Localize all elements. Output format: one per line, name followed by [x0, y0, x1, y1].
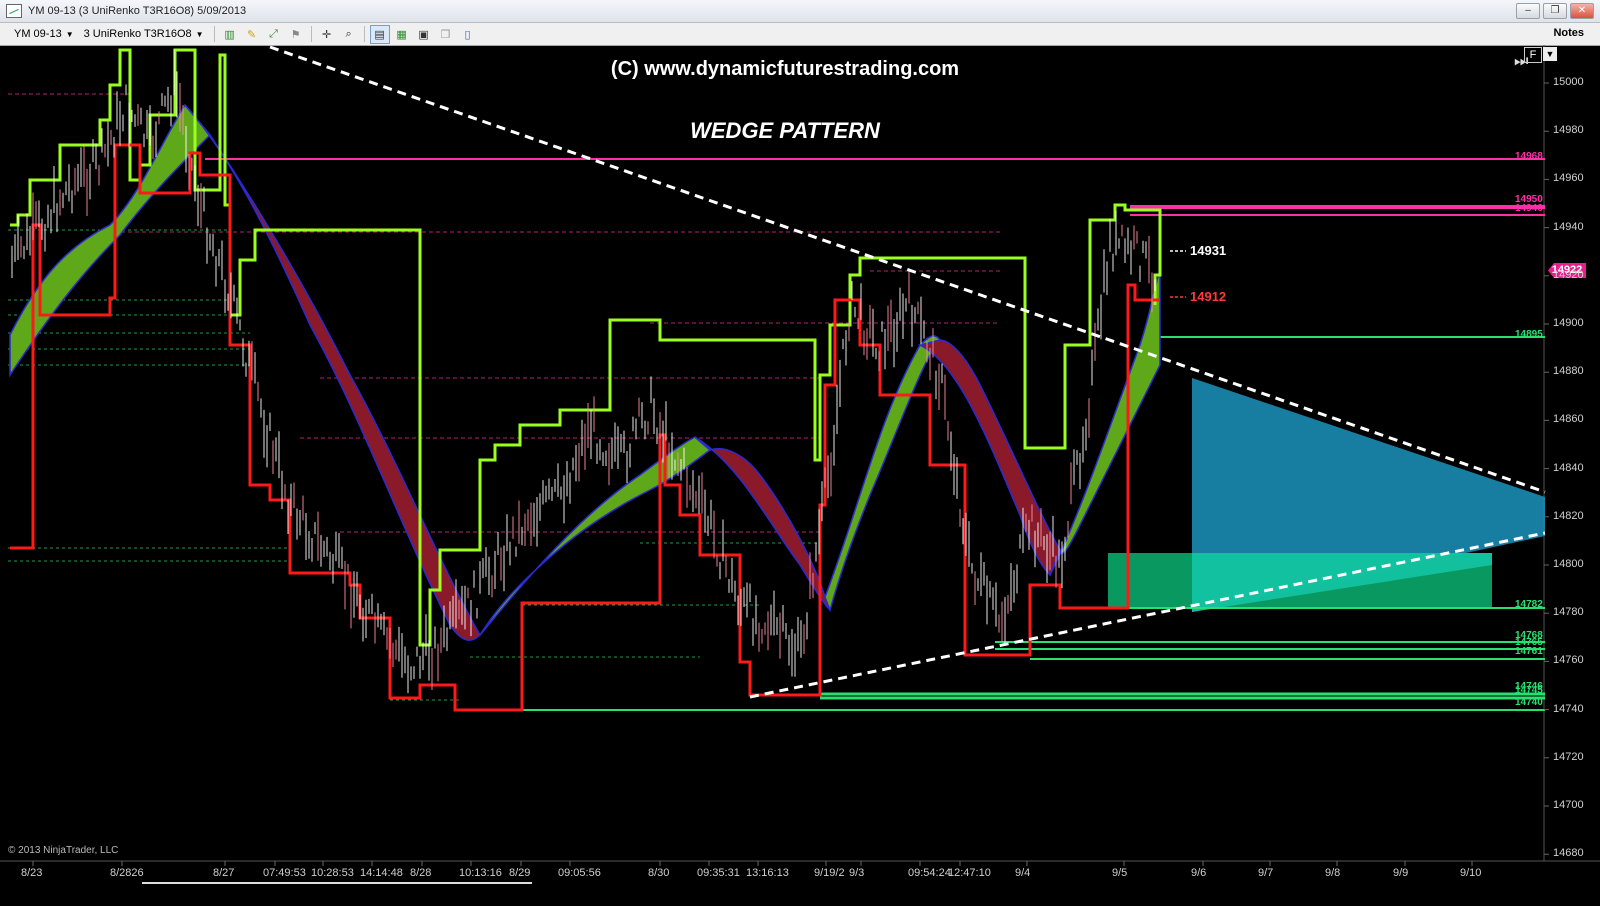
level-price-tag: 14895	[1515, 329, 1543, 340]
time-axis-label: 9/6	[1191, 867, 1207, 879]
period-selector[interactable]: 3 UniRenko T3R16O8 ▼	[80, 28, 210, 40]
zoom-icon[interactable]: ⌕	[339, 25, 359, 44]
ma-cloud-down-3	[917, 339, 1061, 577]
indicator-icon[interactable]: ⤢	[264, 25, 284, 44]
price-axis-label: 14860	[1553, 413, 1584, 426]
time-axis-label: 9/10	[1460, 867, 1482, 879]
price-axis-label: 14840	[1553, 461, 1584, 474]
time-axis-label: 9/4	[1015, 867, 1031, 879]
time-axis-label: 9/3	[849, 867, 865, 879]
strategy-icon[interactable]: ⚑	[286, 25, 306, 44]
window-title: YM 09-13 (3 UniRenko T3R16O8) 5/09/2013	[28, 5, 247, 17]
crosshair-icon[interactable]: ✛	[317, 25, 337, 44]
toolbar-divider	[310, 26, 312, 42]
price-axis-label: 14720	[1553, 750, 1584, 763]
time-axis-label: 09:05:56	[558, 867, 601, 879]
window-title-bar: YM 09-13 (3 UniRenko T3R16O8) 5/09/2013 …	[0, 0, 1600, 23]
level-price-tag: 14740	[1515, 697, 1543, 708]
chevron-down-icon: ▼	[195, 29, 204, 39]
period-label: 3 UniRenko T3R16O8	[83, 28, 192, 40]
notes-button[interactable]: Notes	[1553, 27, 1584, 39]
time-axis-label: 9/5	[1112, 867, 1128, 879]
time-axis-label: 9/9	[1393, 867, 1409, 879]
time-axis-label: 14:14:48	[360, 867, 403, 879]
time-axis-label: 09:35:31	[697, 867, 740, 879]
level-price-tag: 14782	[1515, 599, 1543, 610]
price-axis-label: 14960	[1553, 172, 1584, 185]
price-axis-label: 14700	[1553, 799, 1584, 811]
time-axis-label: 07:49:53	[263, 867, 306, 879]
time-axis-label: 13:16:13	[746, 867, 789, 879]
close-button[interactable]: ✕	[1570, 3, 1594, 19]
chevron-down-icon: ▼	[65, 29, 74, 39]
callout-low: 14912	[1190, 289, 1227, 304]
price-axis-label: 14900	[1553, 317, 1584, 329]
price-axis-label: 14780	[1553, 606, 1584, 619]
copyright-text: © 2013 NinjaTrader, LLC	[8, 845, 119, 856]
price-axis-label: 15000	[1553, 76, 1584, 88]
time-axis-label: 12:47:10	[948, 867, 991, 879]
time-axis-label: 8/30	[648, 867, 670, 879]
chart-trader-icon[interactable]: ▤	[369, 24, 390, 44]
time-axis-label: 10:28:53	[311, 867, 354, 879]
price-axis-label: 14940	[1553, 220, 1584, 233]
level-price-tag: 14946	[1515, 203, 1543, 214]
format-toggle-button[interactable]: F	[1524, 47, 1542, 63]
chevron-down-icon[interactable]: ▼	[1543, 47, 1557, 61]
price-axis-label: 14920	[1553, 268, 1584, 281]
instrument-label: YM 09-13	[14, 28, 62, 40]
price-axis-label: 14800	[1553, 558, 1584, 570]
callout-high: 14931	[1190, 243, 1227, 258]
pattern-title: WEDGE PATTERN	[690, 118, 880, 143]
time-axis-label: 8/23	[21, 867, 43, 879]
price-axis-label: 14760	[1553, 654, 1584, 667]
price-axis-label: 14740	[1553, 702, 1584, 715]
price-axis-label: 14680	[1553, 847, 1584, 860]
ma-cloud-up-3	[824, 335, 941, 613]
print-icon[interactable]: ▯	[458, 25, 478, 44]
price-axis-label: 14820	[1553, 509, 1584, 522]
minimize-button[interactable]: –	[1516, 3, 1540, 19]
chart-app-icon	[6, 4, 22, 18]
copy-icon[interactable]: ❐	[436, 25, 456, 44]
chart-toolbar: YM 09-13 ▼ 3 UniRenko T3R16O8 ▼ ▥ ✎ ⤢ ⚑ …	[0, 23, 1600, 46]
level-price-tag: 14745	[1515, 685, 1543, 696]
time-axis-label: 9/19/2	[814, 867, 845, 879]
instrument-selector[interactable]: YM 09-13 ▼	[10, 28, 80, 40]
time-axis-label: 8/29	[509, 867, 531, 879]
time-axis-label: 8/28	[410, 867, 432, 879]
time-axis-label: 8/27	[213, 867, 235, 879]
bar-type-icon[interactable]: ▥	[220, 25, 240, 44]
time-axis-label: 9/8	[1325, 867, 1341, 879]
time-axis-label: 9/7	[1258, 867, 1274, 879]
data-box-icon[interactable]: ▦	[392, 25, 412, 44]
drawing-tool-icon[interactable]: ✎	[242, 25, 262, 44]
window-controls: – ❐ ✕	[1516, 3, 1594, 19]
watermark-url: (C) www.dynamicfuturestrading.com	[610, 58, 960, 80]
horizontal-scrollbar[interactable]	[142, 882, 532, 884]
toolbar-divider	[363, 26, 365, 42]
time-axis-label: 10:13:16	[459, 867, 502, 879]
restore-button[interactable]: ❐	[1543, 3, 1567, 19]
price-axis-label: 14980	[1553, 124, 1584, 137]
time-axis-label: 8/2826	[110, 867, 144, 879]
properties-icon[interactable]: ▣	[414, 25, 434, 44]
upper-trendline	[269, 45, 1546, 494]
price-chart[interactable]: ⏭ F ▼ (C) www.dynamicfuturestrading.com …	[0, 45, 1600, 906]
price-axis-label: 14880	[1553, 365, 1584, 378]
level-price-tag: 14761	[1515, 646, 1543, 657]
toolbar-divider	[213, 26, 215, 42]
chart-canvas	[0, 45, 1600, 866]
level-price-tag: 14968	[1515, 151, 1543, 162]
time-axis-label: 09:54:24	[908, 867, 951, 879]
